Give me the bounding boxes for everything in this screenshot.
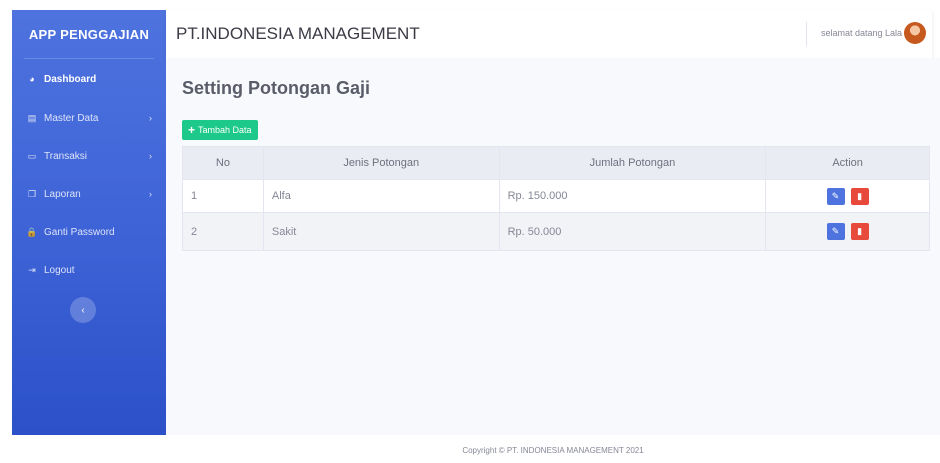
- copy-icon: ❐: [27, 188, 37, 199]
- cell-no: 2: [182, 212, 264, 251]
- column-header-action: Action: [765, 146, 930, 180]
- sidebar-item-label: Logout: [44, 264, 75, 276]
- sidebar-item-logout[interactable]: ⇥ Logout: [12, 251, 166, 289]
- welcome-text[interactable]: selamat datang Lala: [821, 28, 902, 38]
- plus-icon: +: [188, 123, 196, 137]
- sidebar-item-laporan[interactable]: ❐ Laporan ›: [12, 175, 166, 213]
- database-icon: ▤: [27, 112, 37, 123]
- cell-jenis-potongan: Sakit: [262, 212, 500, 251]
- cell-action: ✎ ▮: [765, 212, 930, 251]
- chevron-right-icon: ›: [149, 151, 152, 161]
- logout-icon: ⇥: [28, 264, 36, 275]
- edit-icon: ✎: [831, 190, 840, 201]
- cell-action: ✎ ▮: [765, 179, 930, 213]
- edit-button[interactable]: ✎: [826, 187, 845, 205]
- delete-button[interactable]: ▮: [850, 223, 869, 240]
- deduction-table: No Jenis Potongan Jumlah Potongan Action…: [182, 146, 930, 251]
- cell-jumlah-potongan: Rp. 50.000: [498, 212, 767, 251]
- cell-jenis-potongan: Alfa: [262, 179, 500, 213]
- chevron-left-icon: ‹: [81, 304, 85, 316]
- brand-title[interactable]: APP PENGGAJIAN: [12, 10, 166, 58]
- column-header-no: No: [182, 146, 264, 180]
- chevron-right-icon: ›: [149, 189, 152, 199]
- footer-copyright: Copyright © PT. INDONESIA MANAGEMENT 202…: [462, 446, 644, 455]
- sidebar-item-label: Ganti Password: [44, 226, 115, 238]
- sidebar-toggle-button[interactable]: ‹: [70, 297, 96, 323]
- delete-button[interactable]: ▮: [850, 187, 869, 205]
- trash-icon: ▮: [857, 190, 863, 201]
- page-title: Setting Potongan Gaji: [182, 78, 370, 98]
- add-data-label: Tambah Data: [198, 125, 252, 135]
- sidebar: APP PENGGAJIAN ◕ Dashboard ▤ Master Data…: [12, 10, 166, 435]
- topbar-divider: [806, 22, 807, 46]
- company-name: PT.INDONESIA MANAGEMENT: [176, 24, 420, 43]
- sidebar-item-label: Transaksi: [44, 150, 87, 162]
- cell-no: 1: [182, 179, 264, 213]
- lock-icon: 🔒: [26, 226, 38, 237]
- column-header-jenis-potongan: Jenis Potongan: [262, 146, 500, 180]
- cell-jumlah-potongan: Rp. 150.000: [498, 179, 767, 213]
- table-row: 1 Alfa Rp. 150.000 ✎ ▮: [182, 179, 930, 213]
- app-frame: APP PENGGAJIAN ◕ Dashboard ▤ Master Data…: [0, 0, 940, 463]
- sidebar-item-label: Dashboard: [44, 73, 97, 85]
- sidebar-item-master-data[interactable]: ▤ Master Data ›: [12, 99, 166, 137]
- topbar: PT.INDONESIA MANAGEMENT selamat datang L…: [166, 10, 932, 58]
- edit-button[interactable]: ✎: [826, 223, 845, 240]
- trash-icon: ▮: [857, 226, 863, 236]
- table-header-row: No Jenis Potongan Jumlah Potongan Action: [182, 146, 930, 180]
- sidebar-item-transaksi[interactable]: ▭ Transaksi ›: [12, 137, 166, 175]
- dashboard-icon: ◕: [29, 74, 35, 84]
- sidebar-nav: ◕ Dashboard ▤ Master Data › ▭ Transaksi …: [12, 59, 166, 289]
- main-content: Setting Potongan Gaji + Tambah Data No J…: [166, 58, 940, 435]
- money-icon: ▭: [27, 150, 37, 161]
- edit-icon: ✎: [831, 226, 840, 236]
- table-row: 2 Sakit Rp. 50.000 ✎ ▮: [182, 212, 930, 251]
- sidebar-item-ganti-password[interactable]: 🔒 Ganti Password: [12, 213, 166, 251]
- sidebar-item-label: Master Data: [44, 112, 99, 124]
- avatar[interactable]: [904, 22, 926, 44]
- sidebar-item-label: Laporan: [44, 188, 81, 200]
- column-header-jumlah-potongan: Jumlah Potongan: [498, 146, 767, 180]
- chevron-right-icon: ›: [149, 113, 152, 123]
- add-data-button[interactable]: + Tambah Data: [182, 120, 258, 140]
- sidebar-item-dashboard[interactable]: ◕ Dashboard: [12, 59, 166, 99]
